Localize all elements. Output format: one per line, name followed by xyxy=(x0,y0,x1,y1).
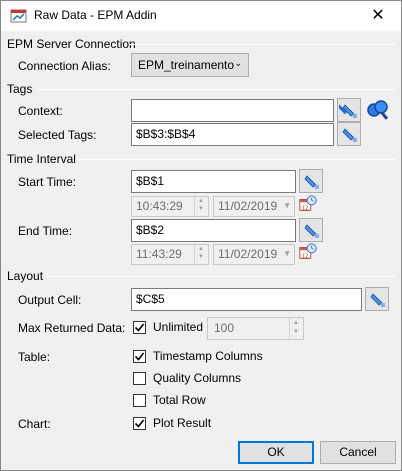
plot-result-label: Plot Result xyxy=(153,416,212,430)
context-label: Context: xyxy=(18,104,63,118)
end-date-value: 11/02/2019 xyxy=(218,247,278,261)
selected-tags-label: Selected Tags: xyxy=(18,128,97,142)
time-interval-divider xyxy=(77,159,395,160)
start-date-value: 11/02/2019 xyxy=(218,199,278,213)
end-time-spinner[interactable]: 11:43:29 ▲ ▼ xyxy=(131,244,209,265)
max-returned-data-label: Max Returned Data: xyxy=(18,321,126,335)
checkmark-icon xyxy=(134,323,145,332)
end-time-picker-button[interactable] xyxy=(299,218,323,242)
spinner-buttons[interactable]: ▲ ▼ xyxy=(289,318,303,339)
plot-result-checkbox[interactable] xyxy=(133,417,146,430)
app-icon xyxy=(10,9,27,23)
title-bar: Raw Data - EPM Addin ✕ xyxy=(1,1,401,31)
cancel-button[interactable]: Cancel xyxy=(320,441,396,464)
connection-alias-select[interactable]: EPM_treinamento ⌄ xyxy=(131,53,249,77)
close-icon: ✕ xyxy=(371,7,385,24)
total-row-label: Total Row xyxy=(153,393,206,407)
connection-alias-value: EPM_treinamento xyxy=(138,58,235,72)
ok-button[interactable]: OK xyxy=(238,441,314,464)
dropdown-arrow-icon: ▼ xyxy=(283,249,291,258)
output-cell-picker-button[interactable] xyxy=(365,287,389,311)
server-section-title: EPM Server Connection xyxy=(7,37,136,51)
svg-text:12: 12 xyxy=(302,253,309,259)
close-button[interactable]: ✕ xyxy=(355,1,401,31)
cell-picker-icon xyxy=(370,293,385,307)
selected-tags-input[interactable]: $B$3:$B$4 xyxy=(131,123,334,146)
max-returned-data-value: 100 xyxy=(214,321,235,335)
output-cell-input[interactable]: $C$5 xyxy=(131,288,362,311)
checkmark-icon xyxy=(134,352,145,361)
chart-label: Chart: xyxy=(18,417,51,431)
start-time-label: Start Time: xyxy=(18,175,77,189)
end-date-picker[interactable]: 11/02/2019 ▼ xyxy=(213,244,295,265)
selected-tags-picker-button[interactable] xyxy=(337,122,361,146)
start-time-picker-button[interactable] xyxy=(299,169,323,193)
tags-divider xyxy=(37,89,395,90)
context-picker-button[interactable] xyxy=(337,98,361,122)
time-interval-section-title: Time Interval xyxy=(7,152,76,166)
cell-picker-icon xyxy=(342,128,357,142)
max-returned-data-input[interactable]: 100 ▲ ▼ xyxy=(207,317,304,340)
end-time-input[interactable]: $B$2 xyxy=(131,219,296,242)
output-cell-label: Output Cell: xyxy=(18,293,82,307)
unlimited-checkbox[interactable] xyxy=(133,321,146,334)
dialog-window: Raw Data - EPM Addin ✕ EPM Server Connec… xyxy=(0,0,402,471)
tags-section-title: Tags xyxy=(7,82,33,96)
window-title: Raw Data - EPM Addin xyxy=(34,8,157,22)
layout-section-title: Layout xyxy=(7,269,44,283)
server-divider xyxy=(129,44,395,45)
total-row-checkbox[interactable] xyxy=(133,394,146,407)
start-time-spinner-value: 10:43:29 xyxy=(136,199,183,213)
cell-picker-icon xyxy=(339,104,357,118)
cell-picker-icon xyxy=(304,224,319,238)
svg-text:12: 12 xyxy=(302,205,309,211)
cell-picker-icon xyxy=(304,175,319,189)
timestamp-columns-label: Timestamp Columns xyxy=(153,349,263,363)
quality-columns-label: Quality Columns xyxy=(153,371,242,385)
end-time-label: End Time: xyxy=(18,224,73,238)
start-time-spinner[interactable]: 10:43:29 ▲ ▼ xyxy=(131,196,209,217)
table-label: Table: xyxy=(18,350,51,364)
checkmark-icon xyxy=(134,419,145,428)
quality-columns-checkbox[interactable] xyxy=(133,372,146,385)
chevron-down-icon: ⌄ xyxy=(234,58,242,68)
spinner-buttons[interactable]: ▲ ▼ xyxy=(194,197,208,216)
layout-divider xyxy=(47,276,395,277)
end-time-spinner-value: 11:43:29 xyxy=(136,247,182,261)
start-time-input[interactable]: $B$1 xyxy=(131,170,296,193)
calendar-clock-icon[interactable]: 12 xyxy=(298,242,318,262)
magnifier-search-icon xyxy=(367,100,389,120)
unlimited-label: Unlimited xyxy=(153,320,204,334)
calendar-clock-icon[interactable]: 12 xyxy=(298,194,318,214)
search-tags-button[interactable] xyxy=(365,98,391,122)
spinner-buttons[interactable]: ▲ ▼ xyxy=(194,245,208,264)
connection-alias-label: Connection Alias: xyxy=(18,59,111,73)
start-date-picker[interactable]: 11/02/2019 ▼ xyxy=(213,196,295,217)
timestamp-columns-checkbox[interactable] xyxy=(133,350,146,363)
dropdown-arrow-icon: ▼ xyxy=(283,201,291,210)
context-input[interactable] xyxy=(131,99,334,122)
